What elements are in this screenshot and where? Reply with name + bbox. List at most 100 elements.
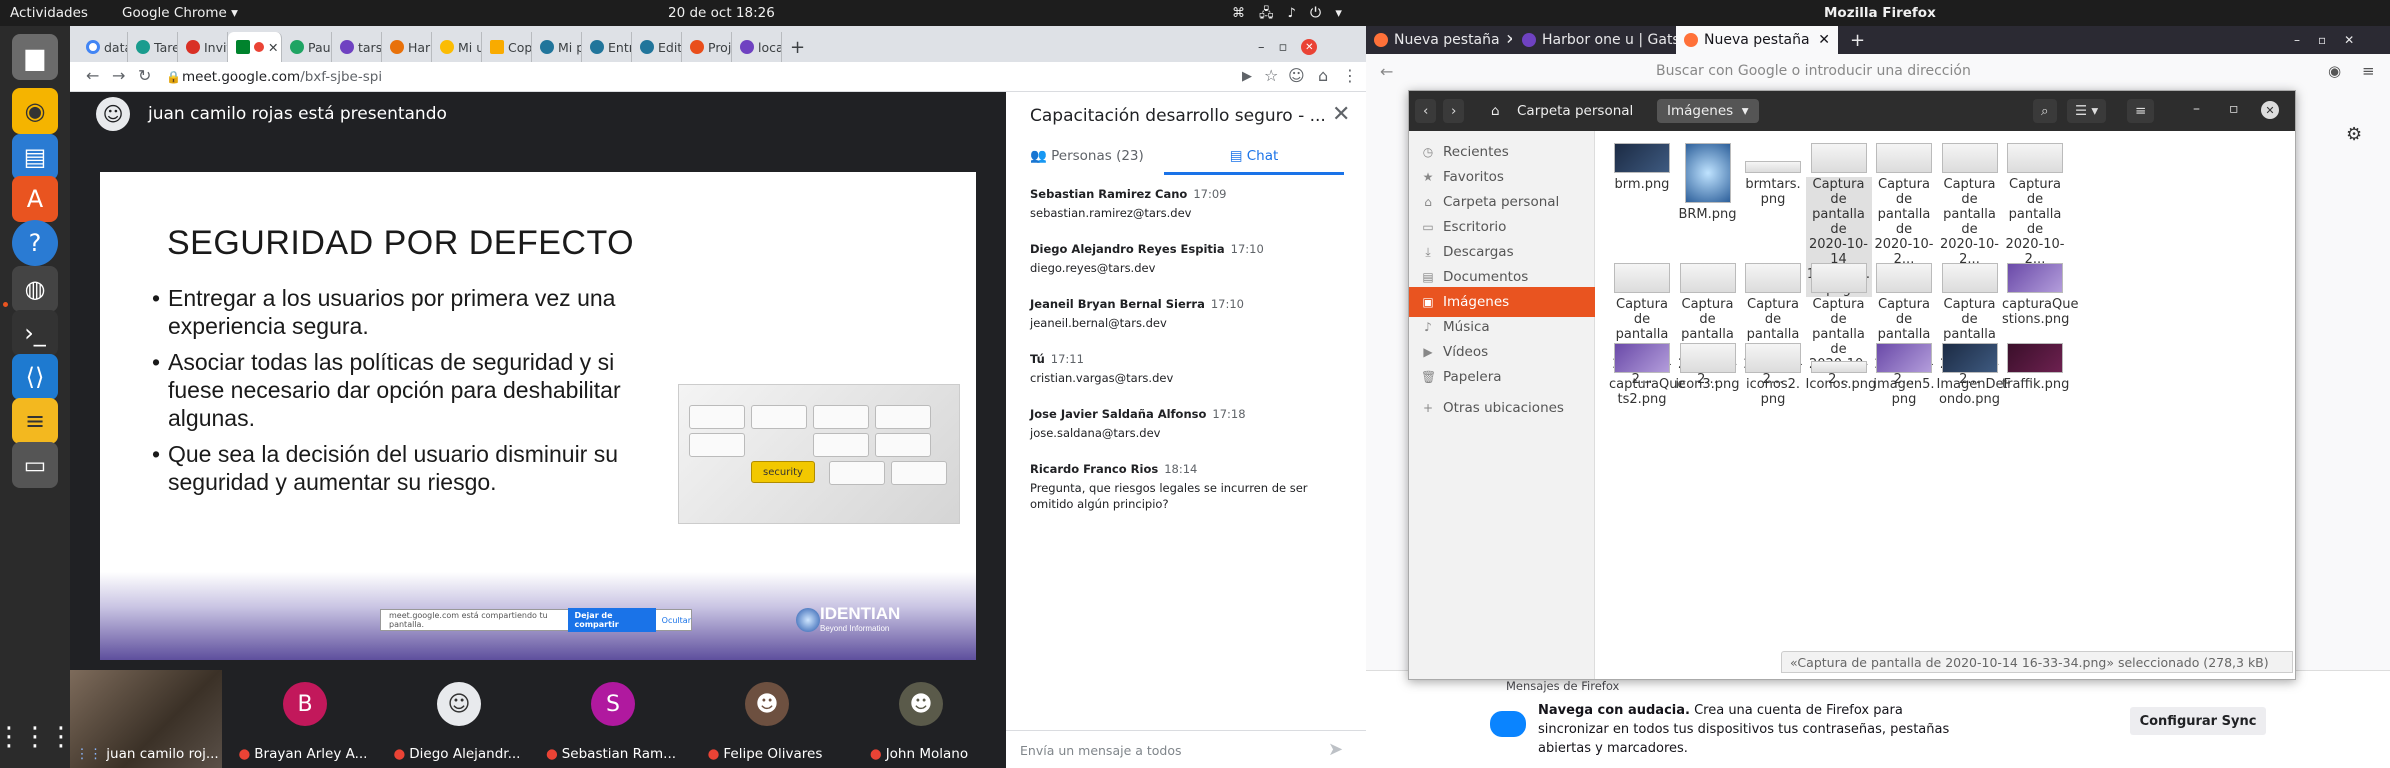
ff-back-icon[interactable]: ← <box>1380 62 1393 81</box>
tab[interactable]: Proje <box>682 32 732 62</box>
chrome-icon[interactable]: ◍ <box>12 266 58 312</box>
file-item[interactable]: icon3.png <box>1675 343 1741 392</box>
system-tray[interactable]: ⌘🖧♪⏻▾ <box>1232 4 1356 26</box>
file-item[interactable]: brm.png <box>1609 143 1675 192</box>
screenshot-icon[interactable]: ▭ <box>12 442 58 488</box>
rhythmbox-icon[interactable]: ◉ <box>12 88 58 134</box>
tab[interactable]: Mi un <box>432 32 482 62</box>
activities-button[interactable]: Actividades <box>10 5 88 21</box>
file-item[interactable]: Iconos.png <box>1806 343 1876 392</box>
maximize-icon[interactable]: ▫ <box>2318 33 2326 47</box>
file-item[interactable]: iconos2. png <box>1740 343 1806 407</box>
path-images-button[interactable]: Imágenes ▾ <box>1657 99 1759 123</box>
participant-tile[interactable]: ☻ ● Felipe Olivares <box>688 670 842 768</box>
file-item[interactable]: ImagenDeF ondo.png <box>1937 343 2011 407</box>
maximize-icon[interactable]: ▫ <box>2229 101 2239 117</box>
close-icon[interactable]: ✕ <box>1301 39 1318 55</box>
writer-icon[interactable]: ▤ <box>12 134 58 180</box>
close-tab-icon[interactable]: ✕ <box>1818 32 1830 48</box>
sidebar-item-otras-ubicaciones[interactable]: + Otras ubicaciones <box>1409 393 1595 423</box>
tab[interactable]: tars.c <box>332 32 382 62</box>
files-icon[interactable]: ▆ <box>12 34 58 80</box>
tab-meet-active[interactable]: ✕ <box>228 32 282 62</box>
address-bar[interactable]: meet.google.com/bxf-sjbe-spi <box>182 69 382 85</box>
app-menu[interactable]: Google Chrome ▾ <box>122 5 238 21</box>
participant-tile[interactable]: B ● Brayan Arley A... <box>226 670 380 768</box>
nav-back-icon[interactable]: ‹ <box>1415 99 1437 123</box>
help-icon[interactable]: ? <box>12 220 58 266</box>
tab[interactable]: locali <box>732 32 782 62</box>
terminal-icon[interactable]: ›_ <box>12 310 58 356</box>
participant-tile[interactable]: ⋮⋮ juan camilo roj... <box>70 670 224 768</box>
stop-sharing-button[interactable]: Dejar de compartir <box>568 608 656 632</box>
back-icon[interactable]: ← <box>86 66 99 85</box>
tab[interactable]: datat <box>78 32 128 62</box>
profile-avatar[interactable]: ☺ <box>1288 66 1305 85</box>
participant-tile[interactable]: ☺ ● Diego Alejandr... <box>380 670 534 768</box>
minimize-icon[interactable]: – <box>2193 101 2200 117</box>
ff-settings-gear-icon[interactable]: ⚙ <box>2346 124 2362 145</box>
hamburger-menu-icon[interactable]: ≡ <box>2127 99 2155 123</box>
file-item[interactable]: brmtars. png <box>1740 143 1806 207</box>
ff-search-input[interactable]: Buscar con Google o introducir una direc… <box>1656 63 1971 79</box>
tab[interactable]: Tarea <box>128 32 178 62</box>
hide-button[interactable]: Ocultar <box>662 616 691 625</box>
ff-tab[interactable]: Nueva pestaña ✕ <box>1366 26 1512 54</box>
file-item[interactable]: Captura de pantalla de 2020-10-2... <box>1937 143 2003 267</box>
file-item[interactable]: Captura de pantalla de 2020-10-2... <box>1871 143 1937 267</box>
lock-icon[interactable]: 🔒 <box>166 70 181 84</box>
show-apps-icon[interactable]: ⋮⋮⋮ <box>0 714 74 760</box>
window-controls[interactable]: – ▫ ✕ <box>1250 32 1350 62</box>
minimize-icon[interactable]: – <box>2294 33 2300 47</box>
extension-icon[interactable]: ⌂ <box>1318 66 1328 85</box>
clock[interactable]: 20 de oct 18:26 <box>668 5 775 21</box>
close-icon[interactable]: ✕ <box>2344 33 2354 47</box>
ff-tab[interactable]: Harbor one u | Gatsby De <box>1514 26 1676 54</box>
tab[interactable]: Invita <box>178 32 228 62</box>
tab[interactable]: Paula <box>282 32 332 62</box>
vscode-icon[interactable]: ⟨⟩ <box>12 354 58 400</box>
ff-new-tab-button[interactable]: + <box>1842 26 1872 54</box>
tab[interactable]: Mi pá <box>532 32 582 62</box>
tab[interactable]: Harbo <box>382 32 432 62</box>
path-home-button[interactable]: Carpeta personal <box>1507 99 1643 123</box>
close-tab-icon[interactable]: ✕ <box>1506 32 1512 48</box>
ff-window-controls[interactable]: – ▫ ✕ <box>2286 26 2386 54</box>
file-item[interactable]: BRM.png <box>1675 143 1741 222</box>
reload-icon[interactable]: ↻ <box>138 66 151 85</box>
file-item[interactable]: imagen5. png <box>1871 343 1937 407</box>
minimize-icon[interactable]: – <box>1258 40 1265 55</box>
chrome-menu-icon[interactable]: ⋮ <box>1342 66 1358 85</box>
file-item[interactable]: traffik.png <box>2002 343 2069 392</box>
participant-tile[interactable]: S ● Sebastian Ram... <box>534 670 688 768</box>
ff-menu-icon[interactable]: ≡ <box>2362 62 2375 80</box>
tab-people[interactable]: 👥 Personas (23) <box>1030 148 1144 164</box>
search-icon[interactable]: ⌕ <box>2033 99 2057 123</box>
maximize-icon[interactable]: ▫ <box>1279 40 1288 55</box>
file-item[interactable]: capturaQue stions.png <box>2002 263 2078 327</box>
send-icon[interactable]: ➤ <box>1328 739 1343 760</box>
close-icon[interactable]: ✕ <box>2261 101 2279 119</box>
tab-chat[interactable]: ▤ Chat <box>1164 148 1344 175</box>
tab[interactable]: Copia <box>482 32 532 62</box>
home-path-icon[interactable]: ⌂ <box>1481 99 1510 123</box>
camera-icon[interactable]: ▶ <box>1242 69 1252 84</box>
software-icon[interactable]: A <box>12 176 58 222</box>
participant-tile[interactable]: ☻ ● John Molano <box>842 670 996 768</box>
tab[interactable]: Entra <box>582 32 632 62</box>
view-list-icon[interactable]: ☰ ▾ <box>2067 99 2107 123</box>
new-tab-button[interactable]: + <box>782 32 812 62</box>
nav-forward-icon[interactable]: › <box>1443 99 1465 123</box>
chat-input[interactable]: Envía un mensaje a todos <box>1020 743 1182 758</box>
close-panel-icon[interactable]: ✕ <box>1332 102 1350 127</box>
forward-icon[interactable]: → <box>112 66 125 85</box>
ff-tab-active[interactable]: Nueva pestaña ✕ <box>1676 26 1838 54</box>
file-item[interactable]: Captura de pantalla de 2020-10-2... <box>2002 143 2068 267</box>
sidebar-item-papelera[interactable]: 🗑 Papelera <box>1409 362 1595 392</box>
file-item[interactable]: capturaQue ts2.png <box>1609 343 1685 407</box>
notes-icon[interactable]: ≡ <box>12 398 58 444</box>
tab[interactable]: Edita <box>632 32 682 62</box>
configure-sync-button[interactable]: Configurar Sync <box>2130 707 2266 735</box>
ff-account-icon[interactable]: ◉ <box>2328 62 2341 80</box>
bookmark-star-icon[interactable]: ☆ <box>1264 66 1278 85</box>
